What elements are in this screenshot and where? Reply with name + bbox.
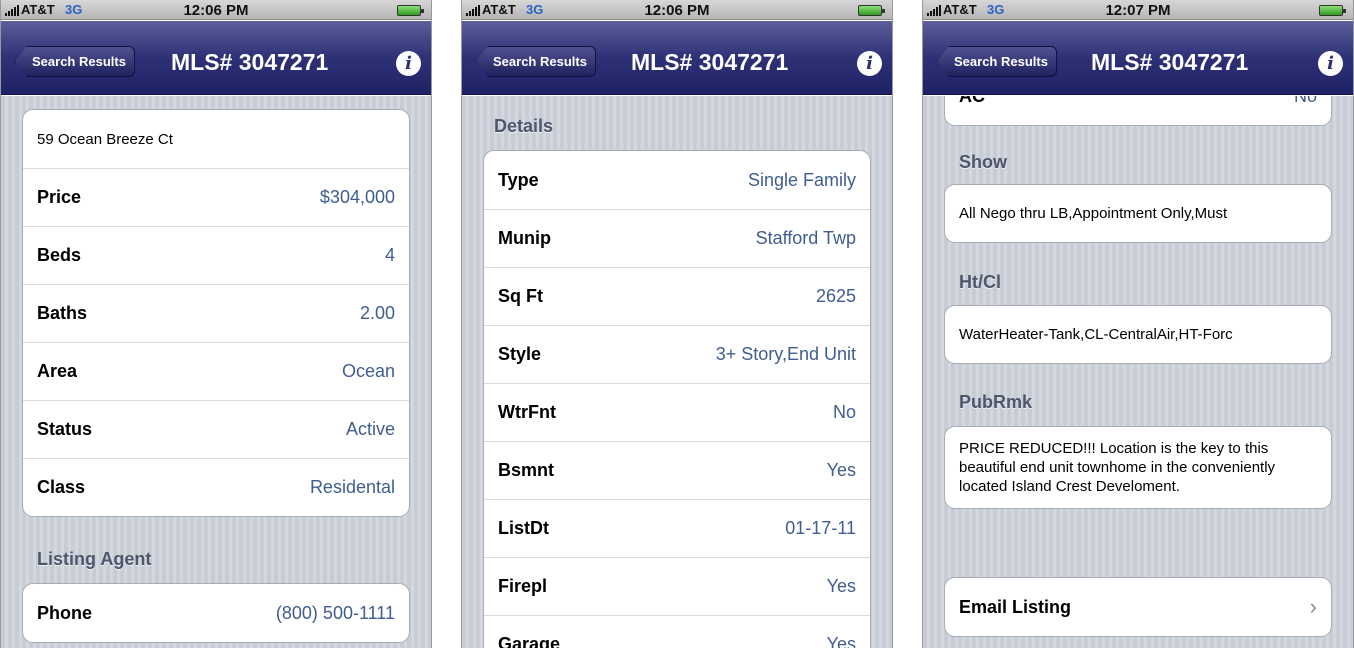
table-row-class[interactable]: Class Residental — [23, 458, 409, 516]
info-icon[interactable]: i — [396, 51, 421, 76]
battery-icon — [1319, 5, 1346, 16]
table-row-munip[interactable]: Munip Stafford Twp — [484, 209, 870, 267]
row-value: $304,000 — [319, 187, 395, 207]
htcl-note: WaterHeater-Tank,CL-CentralAir,HT-Forc — [944, 305, 1332, 364]
table-row-wtrfnt[interactable]: WtrFnt No — [484, 383, 870, 441]
row-label: Sq Ft — [498, 286, 543, 306]
status-bar: AT&T 3G 12:06 PM — [1, 0, 431, 20]
row-label: AC — [959, 96, 985, 107]
row-label: Bsmnt — [498, 460, 555, 480]
row-label: Munip — [498, 228, 551, 248]
table-row-style[interactable]: Style 3+ Story,End Unit — [484, 325, 870, 383]
row-value: Yes — [826, 576, 856, 596]
row-label: Type — [498, 169, 539, 190]
clock: 12:06 PM — [644, 2, 710, 19]
phone-screen-details: AT&T 3G 12:06 PM Search Results MLS# 304… — [461, 0, 893, 648]
status-bar: AT&T 3G 12:06 PM — [462, 0, 892, 20]
section-header-show: Show — [959, 152, 1007, 172]
row-label: Style — [498, 344, 542, 364]
partial-table: AC No — [944, 96, 1332, 126]
info-icon[interactable]: i — [1318, 51, 1343, 76]
row-label: Phone — [37, 602, 93, 623]
table-row-beds[interactable]: Beds 4 — [23, 226, 409, 284]
clock: 12:07 PM — [1105, 2, 1171, 19]
section-header-listing-agent: Listing Agent — [37, 549, 152, 569]
row-value: Stafford Twp — [755, 228, 856, 248]
table-row-firepl[interactable]: Firepl Yes — [484, 557, 870, 615]
back-button-search-results[interactable]: Search Results — [476, 46, 596, 77]
phone-screen-remarks: AT&T 3G 12:07 PM Search Results MLS# 304… — [922, 0, 1354, 648]
row-label: Price — [37, 187, 82, 207]
address-row: 59 Ocean Breeze Ct — [23, 110, 409, 168]
row-value: 3+ Story,End Unit — [715, 344, 856, 364]
navigation-bar: Search Results MLS# 3047271 i — [462, 21, 892, 95]
table-row-bsmnt[interactable]: Bsmnt Yes — [484, 441, 870, 499]
row-value: 2625 — [815, 286, 856, 306]
email-listing-label: Email Listing — [959, 596, 1072, 617]
email-listing-table: Email Listing › — [944, 577, 1332, 637]
row-value: 4 — [384, 245, 395, 265]
listing-summary-table: 59 Ocean Breeze Ct Price $304,000 Beds 4… — [22, 109, 410, 517]
battery-icon — [858, 5, 885, 16]
table-row-phone[interactable]: Phone (800) 500-1111 — [23, 584, 409, 642]
info-icon[interactable]: i — [857, 51, 882, 76]
table-row-area[interactable]: Area Ocean — [23, 342, 409, 400]
row-value: Residental — [309, 477, 395, 497]
row-label: WtrFnt — [498, 402, 556, 422]
pubrmk-note: PRICE REDUCED!!! Location is the key to … — [944, 426, 1332, 509]
row-label: Status — [37, 419, 93, 439]
row-value: 01-17-11 — [785, 518, 856, 538]
table-row-baths[interactable]: Baths 2.00 — [23, 284, 409, 342]
row-value: Active — [345, 419, 395, 439]
navigation-bar: Search Results MLS# 3047271 i — [923, 21, 1353, 95]
section-header-htcl: Ht/Cl — [959, 272, 1001, 292]
htcl-text: WaterHeater-Tank,CL-CentralAir,HT-Forc — [959, 326, 1233, 343]
content-scroll[interactable]: Details Type Single Family Munip Staffor… — [462, 96, 892, 648]
table-row-status[interactable]: Status Active — [23, 400, 409, 458]
pubrmk-text: PRICE REDUCED!!! Location is the key to … — [959, 440, 1276, 495]
phone-link[interactable]: (800) 500-1111 — [276, 603, 395, 624]
row-label: ListDt — [498, 518, 549, 538]
row-label: Area — [37, 361, 78, 381]
chevron-right-icon: › — [1309, 594, 1317, 619]
page-title: MLS# 3047271 — [631, 49, 789, 75]
table-row-garage[interactable]: Garage Yes — [484, 615, 870, 648]
row-value: No — [1294, 96, 1317, 107]
row-value: No — [832, 402, 856, 422]
show-text: All Nego thru LB,Appointment Only,Must — [959, 205, 1228, 222]
status-bar: AT&T 3G 12:07 PM — [923, 0, 1353, 20]
back-button-search-results[interactable]: Search Results — [937, 46, 1057, 77]
content-scroll[interactable]: 59 Ocean Breeze Ct Price $304,000 Beds 4… — [1, 96, 431, 648]
page-title: MLS# 3047271 — [171, 49, 329, 75]
row-value: Ocean — [341, 361, 395, 381]
table-row-listdt[interactable]: ListDt 01-17-11 — [484, 499, 870, 557]
row-label: Class — [37, 477, 86, 497]
content-scroll[interactable]: AC No Show All Nego thru LB,Appointment … — [923, 96, 1353, 648]
table-row-price[interactable]: Price $304,000 — [23, 168, 409, 226]
table-row-ac[interactable]: AC No — [945, 96, 1331, 125]
table-row-type[interactable]: Type Single Family — [484, 151, 870, 209]
clock: 12:06 PM — [183, 2, 249, 19]
section-header-pubrmk: PubRmk — [959, 392, 1033, 412]
battery-icon — [397, 5, 424, 16]
row-value: Single Family — [747, 169, 856, 190]
back-button-search-results[interactable]: Search Results — [15, 46, 135, 77]
row-value: Yes — [826, 634, 856, 648]
row-value: Yes — [826, 460, 856, 480]
table-row-sqft[interactable]: Sq Ft 2625 — [484, 267, 870, 325]
row-label: Firepl — [498, 576, 548, 596]
row-label: Garage — [498, 634, 561, 648]
row-label: Baths — [37, 303, 88, 323]
phone-screen-summary: AT&T 3G 12:06 PM Search Results MLS# 304… — [0, 0, 432, 648]
show-note: All Nego thru LB,Appointment Only,Must — [944, 184, 1332, 243]
page-title: MLS# 3047271 — [1091, 49, 1249, 75]
row-label: Beds — [37, 245, 82, 265]
email-listing-button[interactable]: Email Listing › — [945, 578, 1331, 636]
details-table: Type Single Family Munip Stafford Twp Sq… — [483, 150, 871, 648]
row-value: 2.00 — [359, 303, 395, 323]
address-text: 59 Ocean Breeze Ct — [37, 130, 173, 148]
navigation-bar: Search Results MLS# 3047271 i — [1, 21, 431, 95]
section-header-details: Details — [494, 116, 554, 136]
listing-agent-table: Phone (800) 500-1111 — [22, 583, 410, 643]
